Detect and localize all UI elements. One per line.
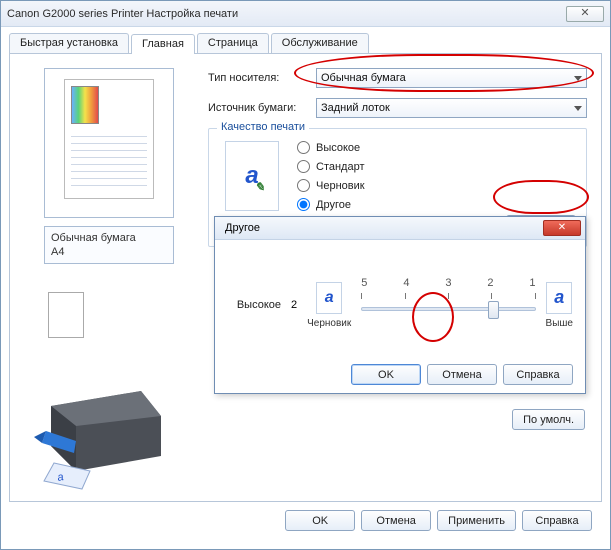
tab-page[interactable]: Страница: [197, 33, 269, 53]
pencil-icon: ✎: [255, 180, 265, 194]
cancel-button[interactable]: Отмена: [361, 510, 431, 531]
slider-thumb[interactable]: [488, 301, 499, 319]
ok-button[interactable]: OK: [285, 510, 355, 531]
media-type-row: Тип носителя: Обычная бумага: [208, 68, 587, 88]
quality-slider[interactable]: 5 4 3 2 1: [361, 277, 535, 333]
tab-quick-setup[interactable]: Быстрая установка: [9, 33, 129, 53]
defaults-button[interactable]: По умолч.: [512, 409, 585, 430]
quality-preview-icon: a✎: [225, 141, 279, 211]
svg-text:a: a: [56, 471, 64, 484]
media-type-value: Обычная бумага: [321, 72, 406, 84]
custom-ok-button[interactable]: OK: [351, 364, 421, 385]
chevron-down-icon: [574, 76, 582, 81]
tab-strip: Быстрая установка Главная Страница Обслу…: [9, 33, 602, 54]
custom-dialog-titlebar: Другое ✕: [215, 217, 585, 240]
tab-maintenance[interactable]: Обслуживание: [271, 33, 369, 53]
radio-standard[interactable]: Стандарт: [297, 160, 365, 173]
media-type-combo[interactable]: Обычная бумага: [316, 68, 587, 88]
paper-source-row: Источник бумаги: Задний лоток: [208, 98, 587, 118]
quality-group-title: Качество печати: [217, 121, 309, 133]
apply-button[interactable]: Применить: [437, 510, 516, 531]
paper-source-label: Источник бумаги:: [208, 102, 308, 114]
draft-caption: Черновик: [307, 318, 351, 329]
custom-dialog-buttons: OK Отмена Справка: [227, 364, 573, 385]
preview-labels: Обычная бумага A4: [44, 226, 174, 264]
left-column: Обычная бумага A4 a: [24, 68, 194, 491]
low-quality-a-icon: a: [316, 282, 342, 314]
window-close-button[interactable]: ✕: [566, 6, 604, 22]
custom-quality-dialog: Другое ✕ Высокое 2 a Черновик 5 4 3 2 1: [214, 216, 586, 394]
paper-source-combo[interactable]: Задний лоток: [316, 98, 587, 118]
radio-high[interactable]: Высокое: [297, 141, 365, 154]
quality-radios: Высокое Стандарт Черновик Другое: [297, 139, 365, 211]
tab-main[interactable]: Главная: [131, 34, 195, 54]
window-title: Canon G2000 series Printer Настройка печ…: [7, 8, 238, 20]
mini-page-icon: [48, 292, 84, 338]
titlebar: Canon G2000 series Printer Настройка печ…: [1, 1, 610, 27]
higher-caption: Выше: [546, 318, 573, 329]
preview-lines-icon: [71, 130, 147, 192]
page-preview: [44, 68, 174, 218]
preview-size-label: A4: [51, 245, 167, 259]
paper-source-value: Задний лоток: [321, 102, 390, 114]
quality-slider-area: Высокое 2 a Черновик 5 4 3 2 1 a: [227, 252, 573, 358]
slider-high-label: Высокое: [227, 299, 281, 311]
chevron-down-icon: [574, 106, 582, 111]
printer-icon: a: [26, 371, 176, 491]
radio-draft[interactable]: Черновик: [297, 179, 365, 192]
custom-dialog-title: Другое: [225, 222, 260, 234]
preview-media-label: Обычная бумага: [51, 231, 167, 245]
dialog-footer: OK Отмена Применить Справка: [9, 502, 602, 541]
help-button[interactable]: Справка: [522, 510, 592, 531]
high-quality-a-icon: a: [546, 282, 572, 314]
preview-gradient-icon: [71, 86, 99, 124]
custom-cancel-button[interactable]: Отмена: [427, 364, 497, 385]
preview-page-graphic: [64, 79, 154, 199]
close-icon[interactable]: ✕: [543, 220, 581, 236]
radio-other[interactable]: Другое: [297, 198, 365, 211]
custom-help-button[interactable]: Справка: [503, 364, 573, 385]
slider-current-value: 2: [291, 299, 297, 311]
media-type-label: Тип носителя:: [208, 72, 308, 84]
